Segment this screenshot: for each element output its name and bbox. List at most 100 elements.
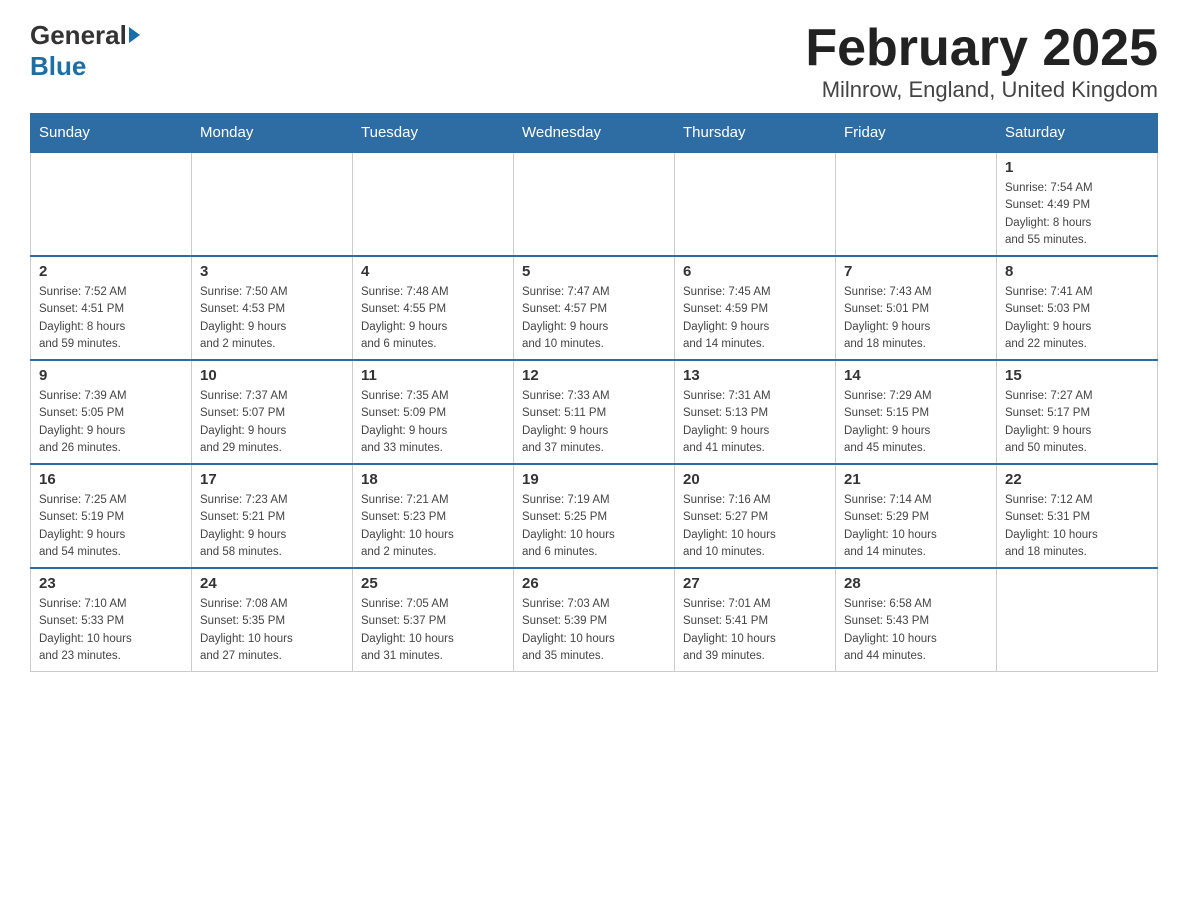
calendar-cell: 26Sunrise: 7:03 AMSunset: 5:39 PMDayligh… — [514, 568, 675, 672]
calendar-cell: 17 Sunrise: 7:23 AMSunset: 5:21 PMDayligh… — [192, 464, 353, 568]
calendar-header-thursday: Thursday — [675, 114, 836, 153]
day-info: Sunrise: 7:12 AMSunset: 5:31 PMDaylight:… — [1005, 492, 1149, 561]
day-info: Sunrise: 7:35 AMSunset: 5:09 PMDaylight:… — [361, 388, 505, 457]
calendar-table: SundayMondayTuesdayWednesdayThursdayFrid… — [30, 113, 1158, 672]
day-number: 25 — [361, 575, 505, 592]
day-number: 16 — [39, 471, 183, 488]
calendar-cell: 20 Sunrise: 7:16 AMSunset: 5:27 PMDayligh… — [675, 464, 836, 568]
calendar-cell — [192, 152, 353, 256]
day-info: Sunrise: 7:31 AMSunset: 5:13 PMDaylight:… — [683, 388, 827, 457]
calendar-cell: 3Sunrise: 7:50 AMSunset: 4:53 PMDaylight… — [192, 256, 353, 360]
day-number: 23 — [39, 575, 183, 592]
calendar-title: February 2025 — [805, 20, 1158, 77]
day-info: Sunrise: 7:39 AMSunset: 5:05 PMDaylight:… — [39, 388, 183, 457]
day-number: 2 — [39, 263, 183, 280]
day-number: 20 — [683, 471, 827, 488]
day-info: Sunrise: 7:14 AMSunset: 5:29 PMDaylight:… — [844, 492, 988, 561]
day-info: Sunrise: 7:16 AMSunset: 5:27 PMDaylight:… — [683, 492, 827, 561]
logo-general-text: General — [30, 20, 127, 51]
calendar-cell: 23 Sunrise: 7:10 AMSunset: 5:33 PMDayligh… — [31, 568, 192, 672]
day-info: Sunrise: 7:29 AMSunset: 5:15 PMDaylight:… — [844, 388, 988, 457]
day-info: Sunrise: 7:47 AMSunset: 4:57 PMDaylight:… — [522, 284, 666, 353]
day-number: 15 — [1005, 367, 1149, 384]
calendar-week-row-5: 23 Sunrise: 7:10 AMSunset: 5:33 PMDayligh… — [31, 568, 1158, 672]
calendar-cell: 15 Sunrise: 7:27 AMSunset: 5:17 PMDayligh… — [997, 360, 1158, 464]
calendar-cell: 14 Sunrise: 7:29 AMSunset: 5:15 PMDayligh… — [836, 360, 997, 464]
page-header: General Blue February 2025 Milnrow, Engl… — [30, 20, 1158, 103]
calendar-cell: 27 Sunrise: 7:01 AMSunset: 5:41 PMDayligh… — [675, 568, 836, 672]
day-info: Sunrise: 7:54 AMSunset: 4:49 PMDaylight:… — [1005, 180, 1149, 249]
calendar-week-row-1: 1 Sunrise: 7:54 AMSunset: 4:49 PMDaylight… — [31, 152, 1158, 256]
calendar-cell: 8 Sunrise: 7:41 AMSunset: 5:03 PMDaylight… — [997, 256, 1158, 360]
day-number: 21 — [844, 471, 988, 488]
calendar-cell: 13 Sunrise: 7:31 AMSunset: 5:13 PMDayligh… — [675, 360, 836, 464]
day-number: 3 — [200, 263, 344, 280]
calendar-cell: 12Sunrise: 7:33 AMSunset: 5:11 PMDayligh… — [514, 360, 675, 464]
calendar-cell: 1 Sunrise: 7:54 AMSunset: 4:49 PMDaylight… — [997, 152, 1158, 256]
logo: General Blue — [30, 20, 140, 82]
day-info: Sunrise: 7:45 AMSunset: 4:59 PMDaylight:… — [683, 284, 827, 353]
day-info: Sunrise: 7:27 AMSunset: 5:17 PMDaylight:… — [1005, 388, 1149, 457]
calendar-subtitle: Milnrow, England, United Kingdom — [805, 77, 1158, 103]
calendar-cell: 24Sunrise: 7:08 AMSunset: 5:35 PMDayligh… — [192, 568, 353, 672]
calendar-header-monday: Monday — [192, 114, 353, 153]
calendar-cell: 10 Sunrise: 7:37 AMSunset: 5:07 PMDayligh… — [192, 360, 353, 464]
day-number: 27 — [683, 575, 827, 592]
day-number: 17 — [200, 471, 344, 488]
day-info: Sunrise: 6:58 AMSunset: 5:43 PMDaylight:… — [844, 596, 988, 665]
calendar-cell — [675, 152, 836, 256]
calendar-week-row-4: 16Sunrise: 7:25 AMSunset: 5:19 PMDayligh… — [31, 464, 1158, 568]
day-number: 11 — [361, 367, 505, 384]
day-number: 9 — [39, 367, 183, 384]
calendar-cell: 5 Sunrise: 7:47 AMSunset: 4:57 PMDaylight… — [514, 256, 675, 360]
calendar-cell — [997, 568, 1158, 672]
calendar-cell: 28 Sunrise: 6:58 AMSunset: 5:43 PMDayligh… — [836, 568, 997, 672]
calendar-cell: 2 Sunrise: 7:52 AMSunset: 4:51 PMDaylight… — [31, 256, 192, 360]
day-info: Sunrise: 7:37 AMSunset: 5:07 PMDaylight:… — [200, 388, 344, 457]
day-number: 13 — [683, 367, 827, 384]
day-info: Sunrise: 7:19 AMSunset: 5:25 PMDaylight:… — [522, 492, 666, 561]
logo-blue-text: Blue — [30, 51, 86, 81]
calendar-cell — [353, 152, 514, 256]
day-number: 8 — [1005, 263, 1149, 280]
calendar-week-row-3: 9 Sunrise: 7:39 AMSunset: 5:05 PMDaylight… — [31, 360, 1158, 464]
calendar-header-tuesday: Tuesday — [353, 114, 514, 153]
day-info: Sunrise: 7:21 AMSunset: 5:23 PMDaylight:… — [361, 492, 505, 561]
calendar-cell — [514, 152, 675, 256]
day-number: 6 — [683, 263, 827, 280]
calendar-header-wednesday: Wednesday — [514, 114, 675, 153]
calendar-cell: 21 Sunrise: 7:14 AMSunset: 5:29 PMDayligh… — [836, 464, 997, 568]
calendar-cell: 22 Sunrise: 7:12 AMSunset: 5:31 PMDayligh… — [997, 464, 1158, 568]
calendar-cell — [31, 152, 192, 256]
day-number: 24 — [200, 575, 344, 592]
day-number: 14 — [844, 367, 988, 384]
day-number: 10 — [200, 367, 344, 384]
calendar-cell: 25 Sunrise: 7:05 AMSunset: 5:37 PMDayligh… — [353, 568, 514, 672]
day-info: Sunrise: 7:01 AMSunset: 5:41 PMDaylight:… — [683, 596, 827, 665]
day-info: Sunrise: 7:52 AMSunset: 4:51 PMDaylight:… — [39, 284, 183, 353]
calendar-cell: 9 Sunrise: 7:39 AMSunset: 5:05 PMDaylight… — [31, 360, 192, 464]
day-info: Sunrise: 7:05 AMSunset: 5:37 PMDaylight:… — [361, 596, 505, 665]
day-number: 1 — [1005, 159, 1149, 176]
calendar-cell: 7 Sunrise: 7:43 AMSunset: 5:01 PMDaylight… — [836, 256, 997, 360]
calendar-cell: 18 Sunrise: 7:21 AMSunset: 5:23 PMDayligh… — [353, 464, 514, 568]
day-number: 5 — [522, 263, 666, 280]
day-info: Sunrise: 7:41 AMSunset: 5:03 PMDaylight:… — [1005, 284, 1149, 353]
day-info: Sunrise: 7:33 AMSunset: 5:11 PMDaylight:… — [522, 388, 666, 457]
calendar-header-row: SundayMondayTuesdayWednesdayThursdayFrid… — [31, 114, 1158, 153]
calendar-week-row-2: 2 Sunrise: 7:52 AMSunset: 4:51 PMDaylight… — [31, 256, 1158, 360]
calendar-cell: 16Sunrise: 7:25 AMSunset: 5:19 PMDayligh… — [31, 464, 192, 568]
day-info: Sunrise: 7:48 AMSunset: 4:55 PMDaylight:… — [361, 284, 505, 353]
calendar-cell: 11 Sunrise: 7:35 AMSunset: 5:09 PMDayligh… — [353, 360, 514, 464]
day-info: Sunrise: 7:23 AMSunset: 5:21 PMDaylight:… — [200, 492, 344, 561]
day-info: Sunrise: 7:43 AMSunset: 5:01 PMDaylight:… — [844, 284, 988, 353]
calendar-cell — [836, 152, 997, 256]
day-number: 7 — [844, 263, 988, 280]
day-number: 19 — [522, 471, 666, 488]
day-number: 28 — [844, 575, 988, 592]
calendar-header-sunday: Sunday — [31, 114, 192, 153]
day-number: 22 — [1005, 471, 1149, 488]
day-number: 18 — [361, 471, 505, 488]
day-info: Sunrise: 7:10 AMSunset: 5:33 PMDaylight:… — [39, 596, 183, 665]
calendar-header-saturday: Saturday — [997, 114, 1158, 153]
